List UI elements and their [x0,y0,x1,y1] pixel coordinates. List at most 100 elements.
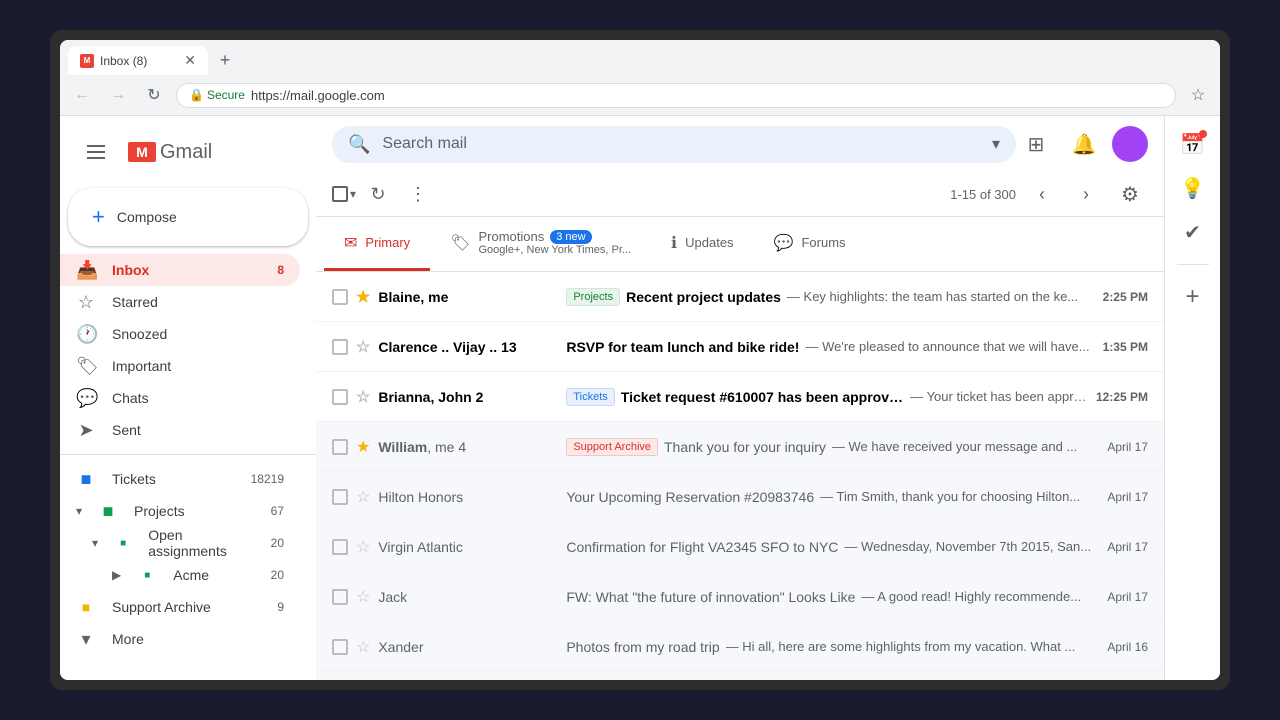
sidebar-item-important[interactable]: 🏷 Important [60,350,300,382]
search-input[interactable]: Search mail [382,135,980,153]
email-star[interactable]: ★ [356,287,370,307]
email-sender: Jack [378,589,558,605]
sidebar-item-acme[interactable]: ▶ ■ Acme 20 [60,559,300,591]
email-sender: Brianna, John 2 [378,389,558,405]
tab-forums[interactable]: 💬 Forums [754,217,866,271]
email-checkbox[interactable] [332,339,348,355]
search-dropdown-icon[interactable]: ▾ [992,134,1000,154]
email-list: ★ Blaine, me Projects Recent project upd… [316,272,1164,680]
select-dropdown-icon[interactable]: ▾ [350,187,356,201]
acme-label: Acme [173,567,209,583]
email-content: Support Archive Thank you for your inqui… [566,438,1099,456]
chats-icon: 💬 [76,388,96,409]
refresh-button[interactable]: ↻ [140,81,168,109]
address-bar[interactable]: 🔒 Secure https://mail.google.com [176,83,1176,108]
email-content: Tickets Ticket request #610007 has been … [566,388,1088,406]
email-row[interactable]: ☆ Brianna, John 2 Tickets Ticket request… [316,372,1164,422]
email-time: April 17 [1107,590,1148,604]
bookmark-button[interactable]: ☆ [1184,81,1212,109]
sidebar-item-tickets[interactable]: ■ Tickets 18219 [60,463,300,495]
right-sidebar: 📅 💡 ✔ + [1164,116,1220,680]
email-sender: William, me 4 [378,439,558,455]
snoozed-icon: 🕐 [76,324,96,345]
tab-primary[interactable]: ✉ Primary [324,217,430,271]
primary-tab-label: Primary [365,235,410,250]
email-subject: Photos from my road trip [566,639,719,655]
sidebar-item-support-archive[interactable]: ■ Support Archive 9 [60,591,300,623]
prev-page-button[interactable]: ‹ [1024,176,1060,212]
open-assignments-count: 20 [271,536,284,550]
sidebar-item-chats[interactable]: 💬 Chats [60,382,300,414]
search-icon: 🔍 [348,134,370,155]
email-row[interactable]: ★ Blaine, me Projects Recent project upd… [316,272,1164,322]
email-star[interactable]: ☆ [356,587,370,607]
email-subject: RSVP for team lunch and bike ride! [566,339,799,355]
sidebar-item-snoozed[interactable]: 🕐 Snoozed [60,318,300,350]
calendar-button[interactable]: 📅 [1173,124,1213,164]
email-star[interactable]: ☆ [356,637,370,657]
email-content: Confirmation for Flight VA2345 SFO to NY… [566,539,1099,555]
email-row[interactable]: ☆ Hilton Honors Your Upcoming Reservatio… [316,472,1164,522]
header-right: ⊞ 🔔 [1016,124,1148,164]
email-content: Photos from my road trip — Hi all, here … [566,639,1099,655]
notifications-button[interactable]: 🔔 [1064,124,1104,164]
email-star[interactable]: ☆ [356,537,370,557]
tasks-button[interactable]: ✔ [1173,212,1213,252]
email-subject: Ticket request #610007 has been approved… [621,389,904,405]
back-button[interactable]: ← [68,81,96,109]
more-options-button[interactable]: ⋮ [400,176,436,212]
tab-promotions[interactable]: 🏷 Promotions 3 new Google+, New York Tim… [430,217,651,271]
tab-close-button[interactable]: ✕ [184,52,196,69]
gmail-m-icon: M [128,142,156,162]
sidebar-item-more[interactable]: ▾ More [60,623,300,655]
email-checkbox[interactable] [332,589,348,605]
sidebar-item-projects[interactable]: ▾ ■ Projects 67 [60,495,300,527]
email-row[interactable]: ☆ Richard, Matthew, me 3 Product Strateg… [316,672,1164,680]
add-app-button[interactable]: + [1173,277,1213,317]
projects-expand-icon: ▾ [76,504,82,518]
email-star[interactable]: ★ [356,437,370,457]
browser-tab[interactable]: M Inbox (8) ✕ [68,46,208,75]
email-checkbox[interactable] [332,439,348,455]
email-row[interactable]: ★ William, me 4 Support Archive Thank yo… [316,422,1164,472]
email-checkbox[interactable] [332,489,348,505]
email-row[interactable]: ☆ Virgin Atlantic Confirmation for Fligh… [316,522,1164,572]
email-row[interactable]: ☆ Jack FW: What "the future of innovatio… [316,572,1164,622]
tickets-label: Tickets [112,471,156,487]
email-star[interactable]: ☆ [356,337,370,357]
email-checkbox[interactable] [332,639,348,655]
search-bar[interactable]: 🔍 Search mail ▾ [332,126,1016,163]
user-avatar[interactable] [1112,126,1148,162]
email-star[interactable]: ☆ [356,387,370,407]
select-all-checkbox-area[interactable]: ▾ [332,186,356,202]
hamburger-menu-button[interactable] [76,132,116,172]
new-tab-button[interactable]: + [212,48,238,74]
email-star[interactable]: ☆ [356,487,370,507]
apps-button[interactable]: ⊞ [1016,124,1056,164]
keep-button[interactable]: 💡 [1173,168,1213,208]
email-row[interactable]: ☆ Xander Photos from my road trip — Hi a… [316,622,1164,672]
compose-button[interactable]: + Compose [68,188,308,246]
email-content: Your Upcoming Reservation #20983746 — Ti… [566,489,1099,505]
select-all-checkbox[interactable] [332,186,348,202]
email-checkbox[interactable] [332,539,348,555]
inbox-icon: 📥 [76,260,96,281]
more-icon: ▾ [76,629,96,650]
next-page-button[interactable]: › [1068,176,1104,212]
sidebar-item-inbox[interactable]: 📥 Inbox 8 [60,254,300,286]
sidebar-item-sent[interactable]: ➤ Sent [60,414,300,446]
toolbar: ▾ ↻ ⋮ 1-15 of 300 ‹ › ⚙ [316,172,1164,217]
email-checkbox[interactable] [332,389,348,405]
forward-button[interactable]: → [104,81,132,109]
email-row[interactable]: ☆ Clarence .. Vijay .. 13 RSVP for team … [316,322,1164,372]
settings-button[interactable]: ⚙ [1112,176,1148,212]
sidebar-item-open-assignments[interactable]: ▾ ■ Open assignments 20 [60,527,300,559]
refresh-emails-button[interactable]: ↻ [360,176,396,212]
projects-icon: ■ [98,501,118,522]
sidebar-item-starred[interactable]: ☆ Starred [60,286,300,318]
email-checkbox[interactable] [332,289,348,305]
email-subject: Your Upcoming Reservation #20983746 [566,489,814,505]
sent-icon: ➤ [76,420,96,441]
important-label: Important [112,358,171,374]
tab-updates[interactable]: ℹ Updates [651,217,754,271]
